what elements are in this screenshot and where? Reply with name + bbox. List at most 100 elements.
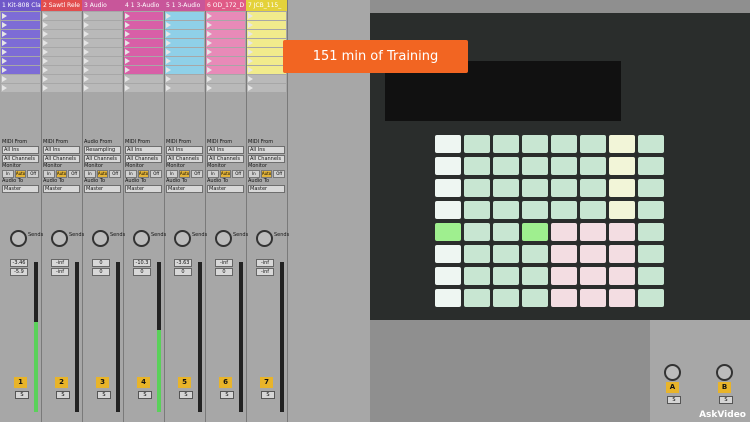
clip-slot[interactable] [124, 84, 163, 92]
monitor-in[interactable]: In [248, 170, 260, 178]
clip-slot[interactable] [83, 12, 122, 20]
clip-slot[interactable] [124, 75, 163, 83]
track-number-button[interactable]: 3 [96, 377, 109, 388]
input-channel-select[interactable]: All Channels [207, 155, 244, 163]
clip-slot[interactable] [206, 84, 245, 92]
track-title[interactable]: 6 OD_172_D [205, 0, 246, 11]
clip-slot[interactable] [247, 21, 286, 29]
track-number-button[interactable]: 5 [178, 377, 191, 388]
clip-slot[interactable] [42, 30, 81, 38]
return-a-knob[interactable] [664, 364, 681, 381]
training-banner[interactable]: 151 min of Training [283, 40, 468, 73]
monitor-off[interactable]: Off [273, 170, 286, 178]
solo-button[interactable]: S [97, 391, 111, 399]
input-source-select[interactable]: All Ins [2, 146, 39, 154]
output-select[interactable]: Master [125, 185, 162, 193]
monitor-auto[interactable]: Auto [137, 170, 150, 178]
clip-slot[interactable] [165, 21, 204, 29]
input-channel-select[interactable]: All Channels [125, 155, 162, 163]
clip-slot[interactable] [124, 30, 163, 38]
volume-value[interactable]: -3.63 [174, 259, 192, 267]
track-number-button[interactable]: 6 [219, 377, 232, 388]
track-title[interactable]: 2 Sawtl Rele [41, 0, 82, 11]
monitor-off[interactable]: Off [109, 170, 122, 178]
output-select[interactable]: Master [207, 185, 244, 193]
monitor-auto[interactable]: Auto [55, 170, 68, 178]
clip-slot[interactable] [124, 12, 163, 20]
track-title[interactable]: 1 Kit-808 Class [0, 0, 41, 11]
clip-slot[interactable] [165, 12, 204, 20]
input-source-select[interactable]: All Ins [43, 146, 80, 154]
monitor-auto[interactable]: Auto [219, 170, 232, 178]
clip-slot[interactable] [1, 39, 40, 47]
clip-slot[interactable] [83, 30, 122, 38]
volume-value[interactable]: -10.3 [133, 259, 151, 267]
track-number-button[interactable]: 2 [55, 377, 68, 388]
clip-slot[interactable] [42, 39, 81, 47]
clip-slot[interactable] [165, 39, 204, 47]
monitor-in[interactable]: In [207, 170, 219, 178]
clip-slot[interactable] [42, 75, 81, 83]
monitor-off[interactable]: Off [191, 170, 204, 178]
output-select[interactable]: Master [166, 185, 203, 193]
output-select[interactable]: Master [84, 185, 121, 193]
monitor-off[interactable]: Off [150, 170, 163, 178]
volume-value[interactable]: -inf [256, 259, 274, 267]
return-a-solo[interactable]: S [667, 396, 681, 404]
clip-slot[interactable] [1, 21, 40, 29]
monitor-auto[interactable]: Auto [96, 170, 109, 178]
clip-slot[interactable] [83, 84, 122, 92]
clip-slot[interactable] [124, 57, 163, 65]
track-title[interactable]: 5 1 3-Audio [164, 0, 205, 11]
monitor-in[interactable]: In [2, 170, 14, 178]
send-knob[interactable] [174, 230, 191, 247]
clip-slot[interactable] [206, 66, 245, 74]
clip-slot[interactable] [1, 57, 40, 65]
return-b-knob[interactable] [716, 364, 733, 381]
monitor-off[interactable]: Off [68, 170, 81, 178]
monitor-in[interactable]: In [166, 170, 178, 178]
clip-slot[interactable] [1, 30, 40, 38]
volume-value[interactable]: -inf [51, 259, 69, 267]
clip-slot[interactable] [42, 57, 81, 65]
clip-slot[interactable] [165, 66, 204, 74]
clip-slot[interactable] [83, 66, 122, 74]
track-number-button[interactable]: 7 [260, 377, 273, 388]
clip-slot[interactable] [247, 66, 286, 74]
clip-slot[interactable] [124, 21, 163, 29]
clip-slot[interactable] [206, 12, 245, 20]
track-title[interactable]: 4 1 3-Audio [123, 0, 164, 11]
clip-slot[interactable] [247, 30, 286, 38]
monitor-in[interactable]: In [43, 170, 55, 178]
input-channel-select[interactable]: All Channels [248, 155, 285, 163]
volume-value[interactable]: -inf [215, 259, 233, 267]
output-select[interactable]: Master [43, 185, 80, 193]
clip-slot[interactable] [206, 57, 245, 65]
clip-slot[interactable] [165, 75, 204, 83]
track-number-button[interactable]: 1 [14, 377, 27, 388]
clip-slot[interactable] [124, 39, 163, 47]
clip-slot[interactable] [247, 84, 286, 92]
solo-button[interactable]: S [56, 391, 70, 399]
input-source-select[interactable]: All Ins [248, 146, 285, 154]
clip-slot[interactable] [165, 84, 204, 92]
clip-slot[interactable] [83, 48, 122, 56]
clip-slot[interactable] [42, 21, 81, 29]
return-b-solo[interactable]: S [719, 396, 733, 404]
send-knob[interactable] [133, 230, 150, 247]
clip-slot[interactable] [124, 66, 163, 74]
send-knob[interactable] [51, 230, 68, 247]
input-channel-select[interactable]: All Channels [43, 155, 80, 163]
clip-slot[interactable] [247, 48, 286, 56]
clip-slot[interactable] [206, 30, 245, 38]
clip-slot[interactable] [206, 39, 245, 47]
input-source-select[interactable]: All Ins [207, 146, 244, 154]
clip-slot[interactable] [165, 30, 204, 38]
input-source-select[interactable]: All Ins [166, 146, 203, 154]
input-source-select[interactable]: Resampling [84, 146, 121, 154]
clip-slot[interactable] [42, 66, 81, 74]
clip-slot[interactable] [206, 48, 245, 56]
input-channel-select[interactable]: All Channels [84, 155, 121, 163]
output-select[interactable]: Master [248, 185, 285, 193]
solo-button[interactable]: S [15, 391, 29, 399]
